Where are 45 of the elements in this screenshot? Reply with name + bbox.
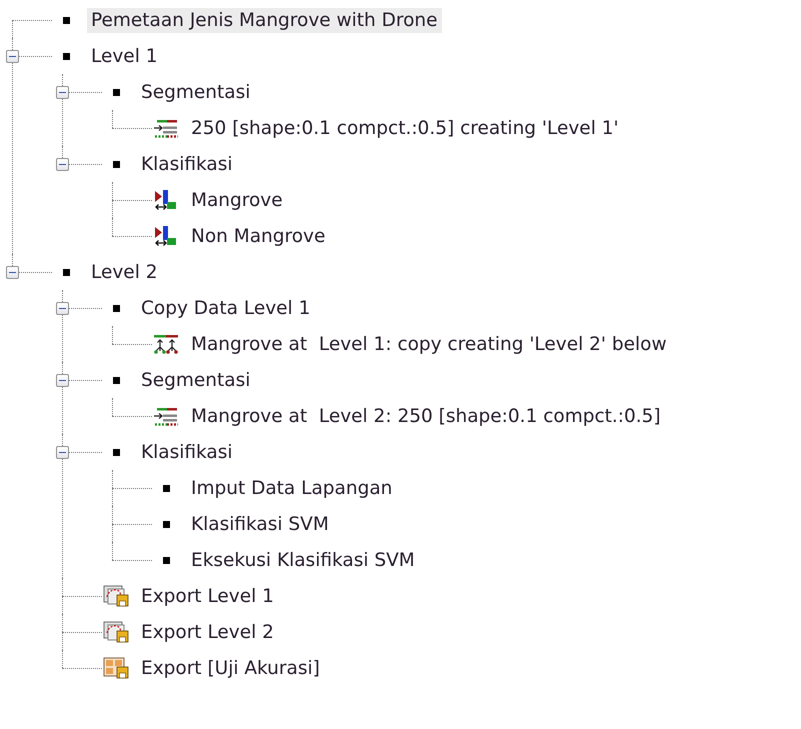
tree-item[interactable]: Klasifikasi SVM <box>187 512 333 536</box>
classification-icon <box>153 189 179 211</box>
export-map-icon <box>103 621 129 643</box>
bullet-icon <box>112 88 120 96</box>
tree-item[interactable]: Export [Uji Akurasi] <box>137 656 324 680</box>
tree-item[interactable]: Export Level 1 <box>137 584 278 608</box>
bullet-icon <box>62 268 70 276</box>
tree-item[interactable]: Level 2 <box>87 260 162 284</box>
collapse-button[interactable] <box>56 158 69 170</box>
collapse-button[interactable] <box>56 302 69 314</box>
collapse-button[interactable] <box>56 446 69 458</box>
copy-level-icon <box>153 333 179 355</box>
tree-item[interactable]: Eksekusi Klasifikasi SVM <box>187 548 419 572</box>
tree-item[interactable]: 250 [shape:0.1 compct.:0.5] creating 'Level 1' <box>187 116 623 140</box>
tree-item[interactable]: Imput Data Lapangan <box>187 476 396 500</box>
tree-item[interactable]: Mangrove at Level 1: copy creating 'Level 2' below <box>187 332 671 356</box>
bullet-icon <box>162 484 170 492</box>
tree-item[interactable]: Segmentasi <box>137 368 254 392</box>
collapse-button[interactable] <box>6 266 19 278</box>
export-map-icon <box>103 585 129 607</box>
tree-item[interactable]: Pemetaan Jenis Mangrove with Drone <box>87 8 442 32</box>
export-table-icon <box>103 657 129 679</box>
bullet-icon <box>112 304 120 312</box>
tree-item[interactable]: Export Level 2 <box>137 620 278 644</box>
classification-icon <box>153 225 179 247</box>
bullet-icon <box>162 556 170 564</box>
collapse-button[interactable] <box>6 50 19 62</box>
tree-item[interactable]: Mangrove at Level 2: 250 [shape:0.1 compct.:0.5] <box>187 404 665 428</box>
tree-item[interactable]: Copy Data Level 1 <box>137 296 314 320</box>
tree-item[interactable]: Mangrove <box>187 188 287 212</box>
collapse-button[interactable] <box>56 374 69 386</box>
bullet-icon <box>62 16 70 24</box>
tree-item[interactable]: Klasifikasi <box>137 440 237 464</box>
segmentation-icon <box>153 117 179 139</box>
bullet-icon <box>162 520 170 528</box>
bullet-icon <box>112 376 120 384</box>
segmentation-icon <box>153 405 179 427</box>
tree-item[interactable]: Level 1 <box>87 44 162 68</box>
bullet-icon <box>112 448 120 456</box>
tree-item[interactable]: Non Mangrove <box>187 224 330 248</box>
collapse-button[interactable] <box>56 86 69 98</box>
tree-item[interactable]: Klasifikasi <box>137 152 237 176</box>
bullet-icon <box>62 52 70 60</box>
tree-item[interactable]: Segmentasi <box>137 80 254 104</box>
bullet-icon <box>112 160 120 168</box>
